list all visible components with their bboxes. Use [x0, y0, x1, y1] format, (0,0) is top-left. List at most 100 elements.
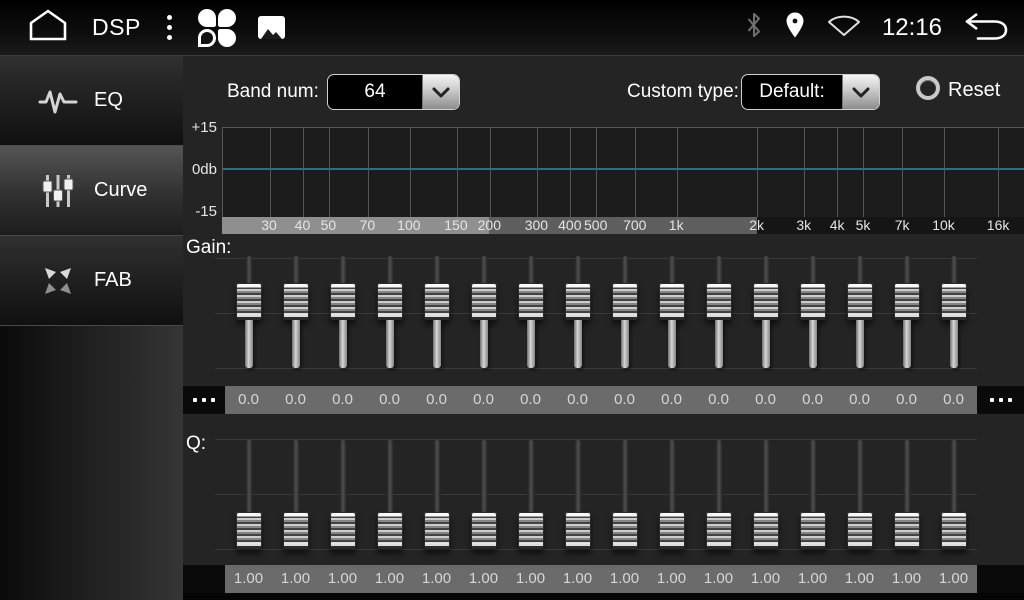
chevron-down-icon[interactable] [422, 75, 459, 109]
band-slider[interactable] [695, 438, 742, 554]
slider-thumb[interactable] [330, 512, 356, 549]
slider-thumb[interactable] [612, 283, 638, 320]
slider-thumb[interactable] [753, 283, 779, 320]
sidebar-item-fab[interactable]: FAB [0, 236, 183, 326]
band-slider[interactable] [601, 438, 648, 554]
band-slider[interactable] [319, 438, 366, 554]
slider-thumb[interactable] [236, 283, 262, 320]
band-slider[interactable] [695, 252, 742, 378]
clover-apps-icon[interactable] [198, 9, 236, 47]
band-slider[interactable] [883, 252, 930, 378]
slider-track-upper [433, 440, 440, 513]
band-slider[interactable] [930, 438, 977, 554]
q-value: 1.00 [554, 565, 601, 593]
band-num-dropdown[interactable]: 64 [327, 74, 460, 110]
band-slider[interactable] [601, 252, 648, 378]
band-slider[interactable] [789, 438, 836, 554]
custom-type-dropdown[interactable]: Default: [741, 74, 880, 110]
custom-type-label: Custom type: [627, 81, 739, 103]
more-bands-left-button[interactable] [183, 565, 225, 593]
slider-thumb[interactable] [847, 283, 873, 320]
slider-thumb[interactable] [518, 512, 544, 549]
band-slider[interactable] [789, 252, 836, 378]
menu-dots-icon[interactable] [163, 11, 176, 44]
slider-thumb[interactable] [565, 283, 591, 320]
slider-track-lower [386, 320, 394, 368]
slider-thumb[interactable] [283, 283, 309, 320]
q-value: 1.00 [695, 565, 742, 593]
band-slider[interactable] [366, 252, 413, 378]
slider-thumb[interactable] [330, 283, 356, 320]
band-slider[interactable] [507, 252, 554, 378]
sidebar-item-eq[interactable]: EQ [0, 56, 183, 146]
band-slider[interactable] [648, 252, 695, 378]
slider-thumb[interactable] [753, 512, 779, 549]
band-slider[interactable] [272, 438, 319, 554]
band-slider[interactable] [460, 252, 507, 378]
more-bands-right-button[interactable] [977, 386, 1024, 414]
slider-thumb[interactable] [424, 283, 450, 320]
reset-radio[interactable] [916, 76, 940, 100]
freq-tick: 700 [623, 217, 646, 234]
slider-thumb[interactable] [659, 512, 685, 549]
back-icon[interactable] [962, 10, 1010, 46]
band-slider[interactable] [413, 438, 460, 554]
slider-thumb[interactable] [659, 283, 685, 320]
freq-tick: 2k [749, 217, 764, 234]
slider-thumb[interactable] [377, 512, 403, 549]
slider-track-lower [480, 320, 488, 368]
slider-thumb[interactable] [847, 512, 873, 549]
slider-thumb[interactable] [894, 283, 920, 320]
slider-thumb[interactable] [800, 283, 826, 320]
chevron-down-icon[interactable] [842, 75, 879, 109]
slider-thumb[interactable] [941, 512, 967, 549]
slider-track-lower [762, 320, 770, 368]
band-slider[interactable] [836, 438, 883, 554]
band-slider[interactable] [554, 438, 601, 554]
slider-thumb[interactable] [471, 283, 497, 320]
more-bands-right-button[interactable] [977, 565, 1024, 593]
band-slider[interactable] [930, 252, 977, 378]
custom-type-value: Default: [742, 81, 842, 103]
slider-thumb[interactable] [706, 283, 732, 320]
image-icon[interactable] [258, 16, 285, 39]
band-slider[interactable] [319, 252, 366, 378]
gain-value: 0.0 [272, 386, 319, 414]
band-slider[interactable] [648, 438, 695, 554]
band-slider[interactable] [742, 438, 789, 554]
slider-thumb[interactable] [518, 283, 544, 320]
slider-thumb[interactable] [894, 512, 920, 549]
q-value: 1.00 [225, 565, 272, 593]
home-icon[interactable] [26, 8, 70, 47]
more-bands-left-button[interactable] [183, 386, 225, 414]
band-slider[interactable] [413, 252, 460, 378]
gain-value: 0.0 [648, 386, 695, 414]
gain-value-row: 0.00.00.00.00.00.00.00.00.00.00.00.00.00… [183, 386, 1024, 414]
band-slider[interactable] [554, 252, 601, 378]
band-slider[interactable] [742, 252, 789, 378]
sidebar-item-curve[interactable]: Curve [0, 146, 183, 236]
slider-thumb[interactable] [941, 283, 967, 320]
slider-thumb[interactable] [236, 512, 262, 549]
band-slider[interactable] [507, 438, 554, 554]
grid-line [998, 128, 999, 217]
slider-thumb[interactable] [471, 512, 497, 549]
grid-line [635, 128, 636, 217]
band-slider[interactable] [836, 252, 883, 378]
band-num-value: 64 [328, 81, 422, 103]
slider-thumb[interactable] [565, 512, 591, 549]
band-slider[interactable] [225, 252, 272, 378]
band-slider[interactable] [366, 438, 413, 554]
slider-thumb[interactable] [424, 512, 450, 549]
band-slider[interactable] [272, 252, 319, 378]
band-slider[interactable] [225, 438, 272, 554]
slider-thumb[interactable] [800, 512, 826, 549]
slider-thumb[interactable] [612, 512, 638, 549]
band-slider[interactable] [460, 438, 507, 554]
slider-thumb[interactable] [377, 283, 403, 320]
slider-thumb[interactable] [283, 512, 309, 549]
band-slider[interactable] [883, 438, 930, 554]
slider-thumb[interactable] [706, 512, 732, 549]
slider-track-upper [950, 440, 957, 513]
slider-track-upper [903, 256, 910, 286]
